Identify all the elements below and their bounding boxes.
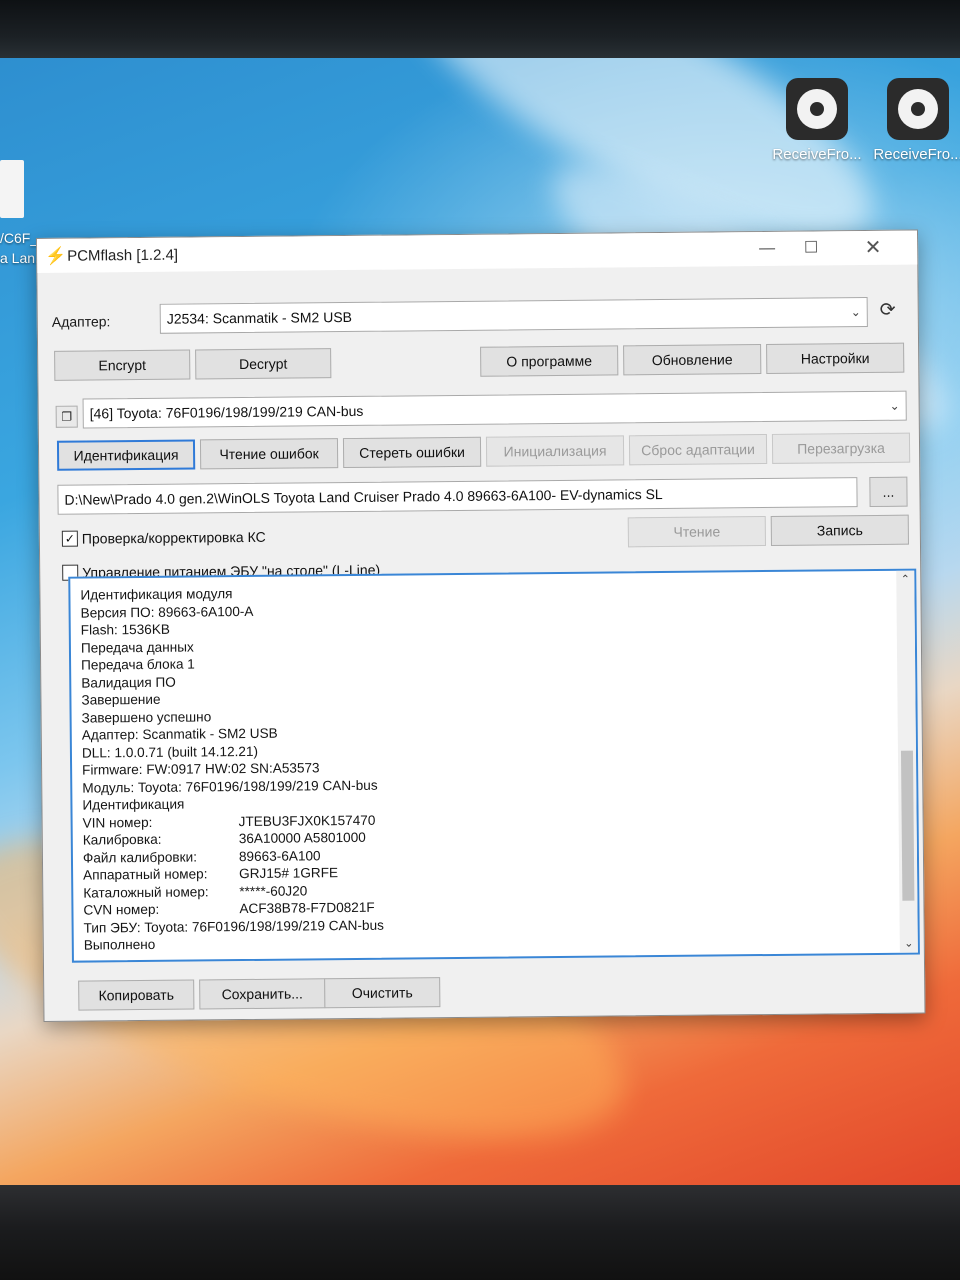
log-field-value: JTEBU3FJX0K157470	[238, 812, 376, 829]
write-button[interactable]: Запись	[770, 514, 909, 546]
reboot-button[interactable]: Перезагрузка	[771, 432, 911, 464]
window-mode-icon[interactable]: ❐	[55, 405, 78, 428]
log-field-value: *****-60J20	[239, 882, 308, 899]
log-field-row: Калибровка: 36A10000 A5801000	[83, 829, 383, 849]
read-button[interactable]: Чтение	[627, 516, 766, 548]
desktop-icon-receivefrom-2[interactable]: ReceiveFro...	[873, 78, 960, 163]
log-field-label: Каталожный номер:	[83, 883, 209, 901]
log-scrollbar[interactable]: ⌃ ⌄	[896, 570, 918, 953]
receive-app-icon	[786, 78, 848, 140]
module-select[interactable]: [46] Toyota: 76F0196/198/199/219 CAN-bus…	[82, 390, 907, 429]
pcmflash-window: ⚡ PCMflash [1.2.4] — ☐ ✕ Адаптер: J2534:…	[36, 229, 926, 1022]
encrypt-button[interactable]: Encrypt	[54, 349, 191, 381]
browse-button[interactable]: ...	[869, 476, 908, 508]
monitor-bezel-bottom	[0, 1185, 960, 1280]
clear-button[interactable]: Очистить	[324, 977, 441, 1009]
file-icon[interactable]	[0, 160, 24, 218]
checksum-checkbox[interactable]: ✓ Проверка/корректировка КС	[61, 528, 266, 547]
log-field-row: CVN номер: ACF38B78-F7D0821F	[83, 899, 383, 919]
clear-errors-button[interactable]: Стереть ошибки	[342, 436, 482, 469]
desktop-icon-label: ReceiveFro...	[772, 146, 862, 163]
desktop-icon-receivefrom-1[interactable]: ReceiveFro...	[770, 78, 864, 163]
window-title: PCMflash [1.2.4]	[67, 246, 179, 265]
log-field-value: GRJ15# 1GRFE	[239, 865, 339, 882]
adapter-label: Адаптер:	[51, 313, 111, 330]
log-line: Тип ЭБУ: Toyota: 76F0196/198/199/219 CAN…	[83, 917, 384, 936]
log-field-value: ACF38B78-F7D0821F	[239, 899, 375, 917]
monitor-bezel-top	[0, 0, 960, 60]
scrollbar-thumb[interactable]	[900, 750, 915, 901]
about-button[interactable]: О программе	[480, 345, 619, 377]
log-field-label: Аппаратный номер:	[83, 866, 208, 883]
scroll-down-icon[interactable]: ⌄	[900, 935, 918, 953]
decrypt-button[interactable]: Decrypt	[195, 348, 332, 380]
minimize-button[interactable]: —	[745, 236, 789, 262]
update-button[interactable]: Обновление	[623, 344, 762, 376]
log-field-label: Файл калибровки:	[82, 848, 198, 866]
refresh-icon[interactable]: ⟳	[880, 299, 896, 322]
scroll-up-icon[interactable]: ⌃	[896, 571, 914, 589]
checkbox-checked-icon: ✓	[61, 530, 78, 547]
log-field-label: Калибровка:	[82, 831, 162, 848]
module-value: [46] Toyota: 76F0196/198/199/219 CAN-bus	[89, 402, 364, 422]
save-button[interactable]: Сохранить...	[199, 978, 326, 1010]
log-field-value: 89663-6A100	[238, 847, 321, 864]
chevron-down-icon: ⌄	[850, 305, 861, 320]
title-bar[interactable]: ⚡ PCMflash [1.2.4] — ☐ ✕	[37, 230, 918, 273]
reset-adaptation-button[interactable]: Сброс адаптации	[628, 433, 768, 466]
adapter-value: J2534: Scanmatik - SM2 USB	[166, 308, 353, 327]
copy-button[interactable]: Копировать	[78, 979, 195, 1011]
log-line: Выполнено	[83, 936, 156, 953]
settings-button[interactable]: Настройки	[766, 342, 905, 374]
close-button[interactable]: ✕	[851, 235, 895, 261]
chevron-down-icon: ⌄	[889, 398, 900, 413]
file-path-field[interactable]: D:\New\Prado 4.0 gen.2\WinOLS Toyota Lan…	[57, 477, 858, 515]
log-field-value: 36A10000 A5801000	[238, 829, 366, 847]
adapter-select[interactable]: J2534: Scanmatik - SM2 USB ⌄	[159, 297, 868, 334]
checksum-label: Проверка/корректировка КС	[81, 528, 266, 547]
log-line: Модуль: Toyota: 76F0196/198/199/219 CAN-…	[82, 777, 378, 796]
log-output[interactable]: Идентификация модуля Версия ПО: 89663-6A1…	[68, 568, 920, 963]
desktop-icon-label: ReceiveFro...	[873, 146, 960, 163]
identify-button[interactable]: Идентификация	[56, 439, 196, 471]
log-lines: Идентификация модуля Версия ПО: 89663-6A1…	[80, 584, 384, 954]
read-errors-button[interactable]: Чтение ошибок	[199, 438, 339, 470]
log-field-label: VIN номер:	[82, 814, 153, 831]
initialization-button[interactable]: Инициализация	[485, 435, 625, 467]
lightning-icon: ⚡	[45, 246, 67, 266]
maximize-button[interactable]: ☐	[789, 235, 833, 261]
log-field-label: CVN номер:	[83, 901, 160, 918]
receive-app-icon	[887, 78, 949, 140]
